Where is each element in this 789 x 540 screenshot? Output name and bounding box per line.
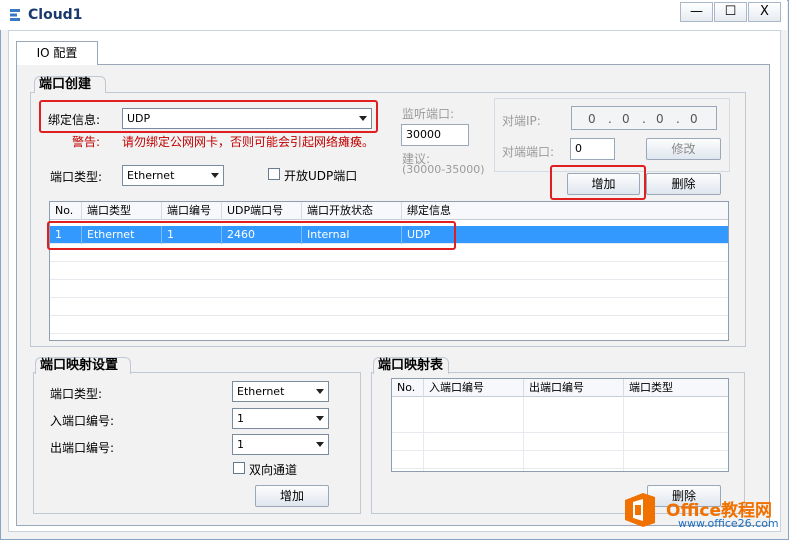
- chevron-down-icon: [316, 442, 324, 447]
- remote-ip-input[interactable]: 0 . 0 . 0 . 0: [571, 106, 717, 130]
- port-create-title: 端口创建: [34, 76, 106, 93]
- col-open-status[interactable]: 端口开放状态: [302, 202, 402, 220]
- highlight-add-button: [550, 165, 646, 200]
- out-port-value: 1: [237, 438, 244, 451]
- port-type-value: Ethernet: [127, 169, 175, 182]
- empty-row: [392, 451, 728, 469]
- tab-io-config[interactable]: IO 配置: [16, 41, 98, 65]
- listen-port-input[interactable]: 30000: [401, 124, 469, 146]
- empty-row: [392, 415, 728, 433]
- in-port-select[interactable]: 1: [232, 408, 329, 429]
- port-type-label: 端口类型:: [50, 170, 103, 184]
- ip-dot: .: [676, 112, 680, 126]
- port-type-select[interactable]: Ethernet: [122, 165, 224, 186]
- empty-row: [392, 433, 728, 451]
- empty-row: [50, 262, 728, 280]
- out-port-label: 出端口编号:: [50, 441, 115, 455]
- remote-ip-octet-3: 0: [656, 112, 664, 126]
- col-port-number[interactable]: 端口编号: [162, 202, 222, 220]
- remote-ip-octet-2: 0: [622, 112, 630, 126]
- col-bind-info[interactable]: 绑定信息: [402, 202, 728, 220]
- chevron-down-icon: [211, 173, 219, 178]
- port-mapping-table-title: 端口映射表: [373, 357, 449, 374]
- empty-row: [50, 298, 728, 316]
- out-port-select[interactable]: 1: [232, 434, 329, 455]
- remote-ip-octet-4: 0: [690, 112, 698, 126]
- port-mapping-settings-title: 端口映射设置: [35, 357, 131, 374]
- delete-port-button[interactable]: 删除: [646, 173, 721, 195]
- warning-text: 请勿绑定公网网卡，否则可能会引起网络瘫痪。: [122, 135, 375, 149]
- empty-row: [50, 316, 728, 334]
- empty-row: [50, 280, 728, 298]
- col-port-type[interactable]: 端口类型: [82, 202, 162, 220]
- highlight-bind-info: [39, 100, 378, 133]
- col-no[interactable]: No.: [392, 379, 424, 397]
- highlight-table-row: [47, 221, 456, 250]
- col-no[interactable]: No.: [50, 202, 82, 220]
- chevron-down-icon: [316, 389, 324, 394]
- col-port-type[interactable]: 端口类型: [624, 379, 728, 397]
- map-port-type-label: 端口类型:: [50, 387, 103, 401]
- open-udp-checkbox[interactable]: [268, 168, 280, 180]
- watermark-url: www.office26.com: [678, 517, 779, 530]
- suggest-range: (30000-35000): [402, 163, 485, 176]
- ip-dot: .: [608, 112, 612, 126]
- minimize-button[interactable]: —: [680, 2, 713, 22]
- port-table-header: No. 端口类型 端口编号 UDP端口号 端口开放状态 绑定信息: [50, 202, 728, 220]
- chevron-down-icon: [316, 416, 324, 421]
- add-mapping-button[interactable]: 增加: [255, 485, 329, 507]
- office-logo-icon: [625, 493, 655, 527]
- map-port-type-value: Ethernet: [237, 385, 285, 398]
- title-bar[interactable]: Cloud1 — ☐ X: [0, 0, 787, 30]
- col-in-port[interactable]: 入端口编号: [424, 379, 524, 397]
- listen-port-label: 监听端口:: [402, 107, 455, 121]
- remote-ip-octet-1: 0: [588, 112, 596, 126]
- maximize-button[interactable]: ☐: [714, 2, 747, 22]
- remote-port-label: 对端端口:: [502, 145, 555, 159]
- close-button[interactable]: X: [748, 2, 781, 22]
- remote-port-input[interactable]: 0: [570, 138, 615, 160]
- bidirectional-label: 双向通道: [249, 463, 298, 477]
- in-port-value: 1: [237, 412, 244, 425]
- ip-dot: .: [642, 112, 646, 126]
- open-udp-label: 开放UDP端口: [284, 169, 358, 183]
- remote-ip-label: 对端IP:: [502, 114, 541, 128]
- map-port-type-select[interactable]: Ethernet: [232, 381, 329, 402]
- modify-button[interactable]: 修改: [646, 138, 721, 160]
- cloud-app-icon: [10, 9, 20, 21]
- col-out-port[interactable]: 出端口编号: [524, 379, 624, 397]
- mapping-table-header: No. 入端口编号 出端口编号 端口类型: [392, 379, 728, 397]
- window-title: Cloud1: [28, 7, 83, 23]
- col-udp-port[interactable]: UDP端口号: [222, 202, 302, 220]
- in-port-label: 入端口编号:: [50, 414, 115, 428]
- mapping-table[interactable]: No. 入端口编号 出端口编号 端口类型: [391, 378, 729, 472]
- warning-prefix: 警告:: [72, 135, 101, 149]
- bidirectional-checkbox[interactable]: [233, 462, 245, 474]
